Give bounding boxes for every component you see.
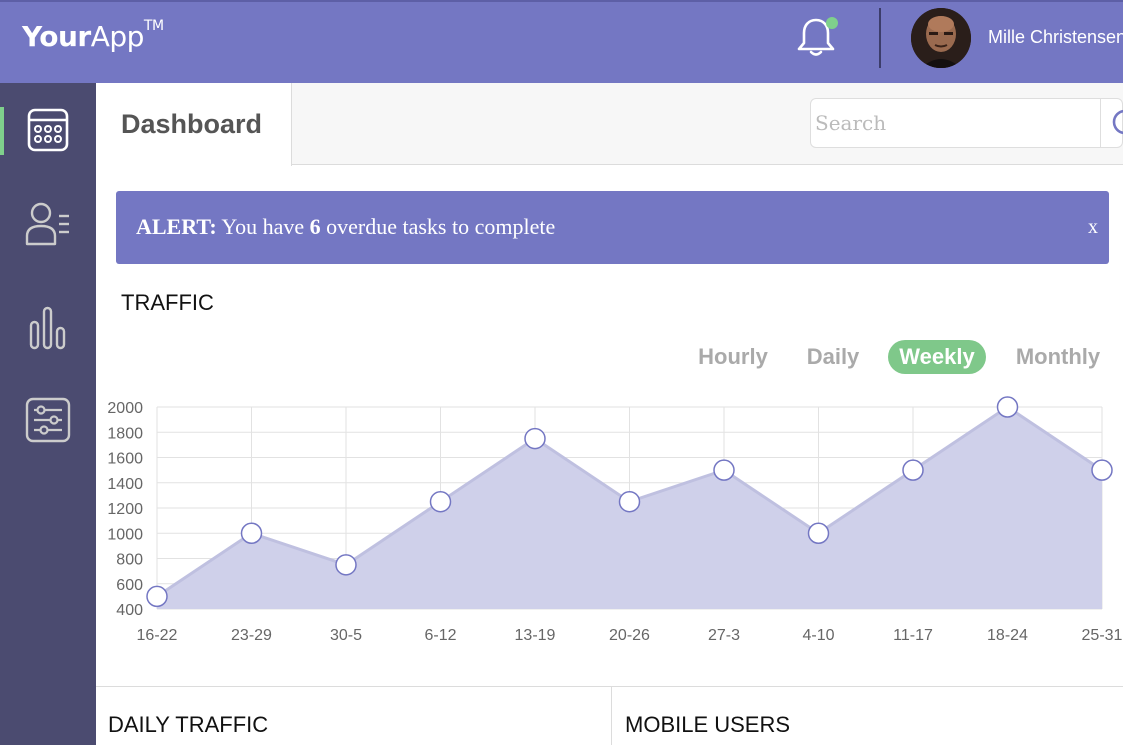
data-point: [618, 490, 641, 513]
y-tick-label: 1800: [107, 425, 143, 442]
x-tick-label: 25-31: [1082, 627, 1123, 644]
traffic-title: TRAFFIC: [121, 290, 214, 315]
x-tick-label: 6-12: [424, 627, 456, 644]
logo-bold-text: Your: [22, 20, 91, 53]
bottom-panel-divider: [611, 686, 612, 745]
search-button[interactable]: [1100, 98, 1123, 148]
sidebar-item-analytics[interactable]: [0, 281, 96, 375]
data-point: [1091, 459, 1113, 481]
avatar[interactable]: [911, 8, 971, 68]
y-tick-label: 2000: [107, 400, 143, 417]
data-point: [996, 396, 1019, 418]
daily-traffic-title: DAILY TRAFFIC: [108, 712, 269, 737]
y-tick-label: 600: [116, 577, 143, 594]
bottom-divider: [96, 686, 1123, 687]
x-tick-label: 23-29: [231, 627, 272, 644]
users-list-icon: [25, 202, 69, 246]
x-tick-label: 18-24: [987, 627, 1028, 644]
alert-message: ALERT: You have 6 overdue tasks to compl…: [136, 214, 555, 240]
sliders-icon: [25, 397, 71, 443]
logo-trademark: TM: [143, 17, 164, 34]
sidebar-item-settings[interactable]: [0, 373, 96, 467]
data-point: [713, 459, 735, 481]
sidebar-item-users[interactable]: [0, 177, 96, 271]
notification-bell-icon[interactable]: [794, 14, 840, 60]
top-header: YourAppTM Mille Christensen: [0, 0, 1123, 83]
x-tick-label: 20-26: [609, 627, 650, 644]
y-tick-label: 1200: [107, 501, 143, 518]
alert-text-before: You have: [216, 214, 310, 239]
mobile-users-title: MOBILE USERS: [625, 712, 791, 737]
data-point: [146, 585, 168, 608]
y-tick-label: 1400: [107, 476, 143, 493]
data-point: [902, 459, 924, 481]
period-tab-hourly[interactable]: Hourly: [690, 340, 776, 374]
search-input[interactable]: [815, 109, 1105, 137]
y-tick-label: 400: [116, 602, 143, 619]
data-point: [807, 522, 830, 544]
logo-light-text: App: [90, 20, 145, 53]
data-point: [429, 490, 452, 513]
y-tick-label: 1600: [107, 451, 143, 468]
app-logo[interactable]: YourAppTM: [22, 17, 164, 53]
page-title: Dashboard: [121, 109, 263, 139]
y-tick-label: 1000: [107, 526, 143, 543]
search-icon: [1112, 109, 1123, 135]
y-tick-label: 800: [116, 552, 143, 569]
notification-dot: [826, 17, 838, 29]
period-tab-daily[interactable]: Daily: [798, 340, 868, 374]
x-tick-label: 27-3: [708, 627, 740, 644]
data-point: [240, 522, 263, 544]
header-divider: [879, 8, 881, 68]
x-tick-label: 30-5: [330, 627, 362, 644]
traffic-chart-svg: 400 600 800 1000 1200 1400 1600 1800 2000 16-22 23…: [107, 396, 1123, 644]
search-box: [810, 98, 1123, 148]
sidebar-item-calendar[interactable]: [0, 83, 96, 177]
period-tab-monthly[interactable]: Monthly: [1008, 340, 1108, 374]
x-tick-label: 4-10: [802, 627, 834, 644]
alert-banner: ALERT: You have 6 overdue tasks to compl…: [116, 191, 1109, 264]
bar-chart-icon: [29, 306, 66, 350]
sidebar: [0, 83, 96, 745]
x-tick-label: 16-22: [137, 627, 178, 644]
alert-close-button[interactable]: x: [1088, 216, 1098, 239]
calendar-icon: [27, 108, 69, 152]
data-point: [335, 554, 357, 576]
x-tick-label: 11-17: [893, 627, 933, 644]
period-tab-weekly[interactable]: Weekly: [888, 340, 986, 374]
data-point: [524, 427, 546, 450]
alert-count: 6: [309, 214, 321, 239]
user-name[interactable]: Mille Christensen: [988, 27, 1123, 48]
traffic-chart: 400 600 800 1000 1200 1400 1600 1800 2000 16-22 23…: [96, 390, 1123, 650]
alert-label: ALERT:: [136, 214, 217, 239]
x-tick-label: 13-19: [515, 627, 556, 644]
tab-dashboard[interactable]: Dashboard: [96, 83, 292, 166]
alert-text-after: overdue tasks to complete: [320, 214, 556, 239]
